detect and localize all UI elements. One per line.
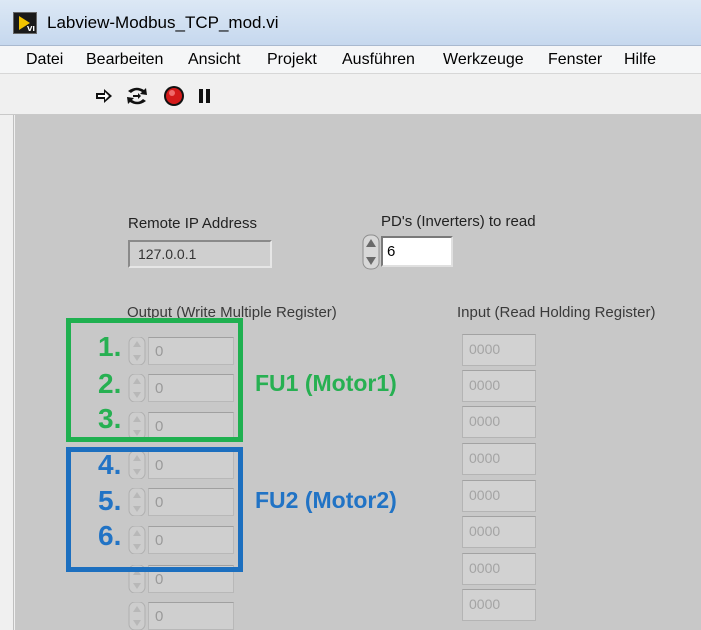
abort-execution-icon[interactable] (163, 85, 185, 107)
menu-fenster[interactable]: Fenster (548, 51, 602, 69)
input-register-4: 0000 (462, 443, 536, 475)
menu-ansicht[interactable]: Ansicht (188, 51, 240, 69)
input-value-1: 0000 (469, 341, 501, 357)
remote-ip-value: 127.0.0.1 (138, 246, 197, 262)
input-value-8: 0000 (469, 596, 501, 612)
menu-werkzeuge[interactable]: Werkzeuge (443, 51, 524, 69)
fu1-motor1-label: FU1 (Motor1) (255, 370, 397, 396)
pds-input[interactable]: 6 (381, 236, 453, 267)
output-value-8: 0 (155, 608, 164, 625)
menu-ausfuehren[interactable]: Ausführen (342, 51, 415, 69)
window-title: Labview-Modbus_TCP_mod.vi (47, 13, 279, 32)
input-register-7: 0000 (462, 553, 536, 585)
labview-vi-icon: VI (13, 12, 37, 34)
pds-label: PD's (Inverters) to read (381, 213, 536, 230)
pds-value: 6 (387, 243, 396, 260)
input-value-5: 0000 (469, 487, 501, 503)
pause-icon[interactable] (196, 85, 218, 107)
run-continuously-icon[interactable] (124, 85, 147, 107)
input-register-3: 0000 (462, 406, 536, 438)
input-register-2: 0000 (462, 370, 536, 402)
annotation-number-4: 4. (98, 449, 122, 480)
run-arrow-icon[interactable] (93, 85, 115, 107)
input-label: Input (Read Holding Register) (457, 304, 656, 321)
remote-ip-field[interactable]: 127.0.0.1 (128, 240, 272, 268)
menu-projekt[interactable]: Projekt (267, 51, 317, 69)
fu2-group-frame (66, 447, 243, 572)
menu-datei[interactable]: Datei (26, 51, 63, 69)
input-value-4: 0000 (469, 450, 501, 466)
input-register-1: 0000 (462, 334, 536, 366)
menu-bar: Datei Bearbeiten Ansicht Projekt Ausführ… (0, 46, 701, 74)
input-value-7: 0000 (469, 560, 501, 576)
annotation-number-2: 2. (98, 368, 122, 399)
toolbar (0, 75, 701, 115)
output-register-8[interactable]: 0 (128, 598, 234, 630)
input-value-3: 0000 (469, 413, 501, 429)
input-register-5: 0000 (462, 480, 536, 512)
input-value-2: 0000 (469, 377, 501, 393)
annotation-number-6: 6. (98, 520, 122, 551)
window-left-edge (0, 115, 14, 630)
input-register-8: 0000 (462, 589, 536, 621)
annotation-number-3: 3. (98, 403, 122, 434)
input-value-6: 0000 (469, 523, 501, 539)
annotation-number-1: 1. (98, 331, 122, 362)
pds-spin-arrows[interactable] (362, 234, 380, 270)
remote-ip-label: Remote IP Address (128, 215, 257, 232)
output-value-7: 0 (155, 571, 164, 588)
annotation-number-5: 5. (98, 485, 122, 516)
menu-bearbeiten[interactable]: Bearbeiten (86, 51, 163, 69)
menu-hilfe[interactable]: Hilfe (624, 51, 656, 69)
fu1-group-frame (66, 318, 243, 442)
window-titlebar: VI Labview-Modbus_TCP_mod.vi (0, 0, 701, 46)
input-register-6: 0000 (462, 516, 536, 548)
fu2-motor2-label: FU2 (Motor2) (255, 487, 397, 513)
